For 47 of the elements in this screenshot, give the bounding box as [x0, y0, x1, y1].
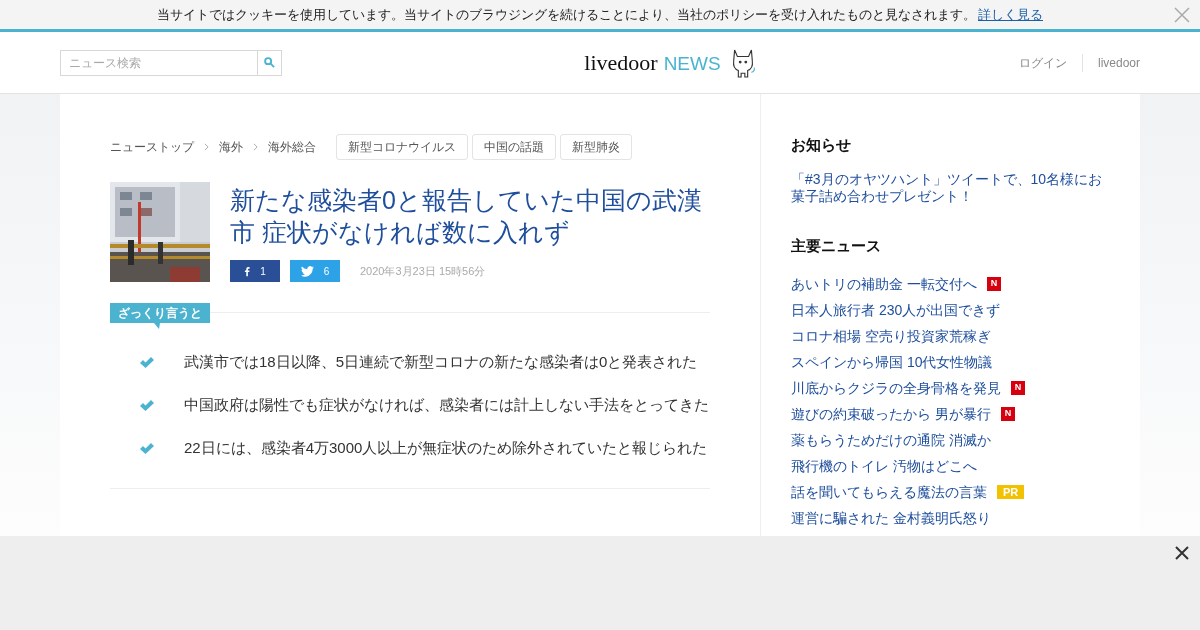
news-link[interactable]: 川底からクジラの全身骨格を発見: [791, 377, 1001, 399]
label-pointer: [154, 323, 160, 329]
publish-date: 2020年3月23日 15時56分: [360, 263, 486, 279]
new-label: N: [1011, 381, 1025, 395]
summary-point: 22日には、感染者4万3000人以上が無症状のため除外されていたと報じられた: [184, 438, 708, 459]
facebook-icon: [244, 265, 251, 277]
check-icon: [140, 357, 154, 368]
new-label: N: [986, 277, 1001, 291]
article-title: 新たな感染者0と報告していた中国の武漢市 症状がなければ数に入れず: [230, 185, 703, 248]
summary-point: 武漢市では18日以降、5日連続で新型コロナの新たな感染者は0と発表された: [184, 352, 698, 373]
cookie-notice: 当サイトではクッキーを使用しています。当サイトのブラウジングを続けることにより、当社のポリシーを受け入れたものと見なされます。: [157, 5, 976, 24]
facebook-share-button[interactable]: 1: [230, 260, 280, 282]
search-button[interactable]: [258, 49, 282, 76]
search-icon: [264, 57, 275, 68]
news-link[interactable]: 運営に騙された 金村義明氏怒り: [791, 507, 991, 529]
news-link[interactable]: 飛行機のトイレ 汚物はどこへ: [791, 455, 977, 477]
new-label: N: [1000, 407, 1015, 421]
news-link[interactable]: 薬もらうためだけの通院 消滅か: [791, 429, 991, 451]
breadcrumb-link[interactable]: 海外総合: [268, 138, 316, 156]
logo-wordmark[interactable]: livedoor NEWS: [584, 46, 721, 79]
news-link[interactable]: コロナ相場 空売り投資家荒稼ぎ: [791, 325, 991, 347]
summary-point: 中国政府は陽性でも症状がなければ、感染者には計上しない手法をとってきた: [184, 395, 709, 416]
check-icon: [140, 443, 154, 454]
breadcrumb-link[interactable]: 海外: [219, 138, 243, 156]
search-field[interactable]: ニュース検索: [60, 49, 258, 76]
notice-heading: お知らせ: [791, 135, 852, 155]
news-link[interactable]: スペインから帰国 10代女性物議: [791, 351, 993, 373]
check-icon: [140, 400, 154, 411]
close-icon[interactable]: [1174, 545, 1190, 561]
news-heading: 主要ニュース: [791, 235, 882, 256]
chevron-icon: [253, 143, 258, 151]
news-link[interactable]: 話を聞いてもらえる魔法の言葉: [791, 481, 987, 503]
topic-tag[interactable]: 新型コロナウイルス: [336, 134, 468, 160]
learn-more-link[interactable]: 詳しく見る: [978, 4, 1043, 25]
sponsored-label: PR: [997, 485, 1025, 499]
header-link[interactable]: livedoor: [1081, 53, 1140, 72]
news-link[interactable]: あいトリの補助金 一転交付へ: [791, 273, 977, 295]
news-link[interactable]: 日本人旅行者 230人が出国できず: [791, 299, 1001, 321]
summary-label: ざっくり言うと: [110, 303, 210, 323]
topic-tag[interactable]: 中国の話題: [472, 134, 556, 160]
breadcrumb-link[interactable]: ニューストップ: [110, 138, 194, 156]
topic-tag[interactable]: 新型肺炎: [560, 134, 632, 160]
news-link[interactable]: 遊びの約束破ったから 男が暴行: [791, 403, 991, 425]
chevron-icon: [204, 143, 209, 151]
notice-link[interactable]: 「#3月のオヤツハント」ツイートで、10名様にお菓子詰め合わせプレゼント！: [791, 170, 1110, 205]
bird-icon: [300, 265, 314, 277]
header-link[interactable]: ログイン: [1018, 53, 1082, 72]
